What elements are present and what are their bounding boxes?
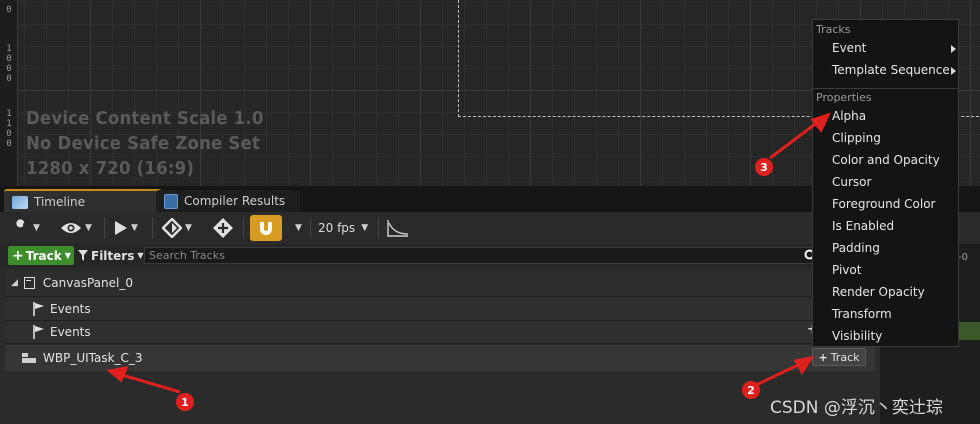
tab-label: Timeline [34, 195, 86, 209]
magnet-icon [260, 222, 272, 235]
panel-icon [23, 277, 35, 289]
chevron-down-icon: ▼ [137, 251, 144, 260]
play-icon [115, 221, 127, 235]
tab-label: Compiler Results [184, 194, 286, 208]
device-content-scale-text: Device Content Scale 1.0 [26, 108, 264, 129]
time-ruler-label: -0 [958, 252, 968, 263]
ruler-digit: 1 [6, 119, 12, 129]
row-divider [5, 343, 875, 344]
chevron-down-icon: ▼ [33, 223, 40, 233]
chevron-down-icon: ▼ [361, 223, 369, 233]
add-track-button[interactable]: + Track ▼ [8, 246, 74, 265]
search-placeholder: Search Tracks [149, 249, 225, 262]
search-tracks-input[interactable]: Search Tracks [144, 247, 824, 264]
expand-arrow-icon[interactable]: ◢ [11, 278, 18, 288]
track-label: Events [50, 302, 91, 316]
track-button-label: Track [830, 350, 860, 364]
track-label: WBP_UITask_C_3 [43, 351, 143, 365]
chevron-down-icon: ▼ [185, 223, 192, 233]
menu-item-foreground-color[interactable]: Foreground Color [832, 197, 935, 211]
ruler-digit: 0 [6, 129, 12, 139]
timeline-icon [12, 195, 28, 209]
curve-icon [387, 220, 409, 237]
compiler-results-icon [164, 193, 178, 209]
key-add-icon [213, 218, 233, 238]
chevron-down-icon: ▼ [64, 251, 71, 260]
wrench-icon [15, 219, 26, 234]
ruler-digit: 1 [6, 109, 12, 119]
add-property-track-button[interactable]: + Track [812, 348, 866, 366]
plus-icon: + [818, 350, 828, 364]
track-row-canvas-panel[interactable]: ◢ CanvasPanel_0 [5, 271, 875, 295]
menu-item-template-sequence[interactable]: Template Sequence [832, 63, 950, 77]
track-row-events[interactable]: Events [5, 298, 875, 320]
ruler-digit: 0 [6, 139, 12, 149]
row-divider [5, 296, 875, 297]
flag-icon [33, 302, 45, 316]
toolbar-divider [152, 218, 153, 238]
menu-item-render-opacity[interactable]: Render Opacity [832, 285, 925, 299]
chevron-right-icon [951, 67, 956, 75]
framerate-dropdown[interactable]: 20 fps ▼ [318, 216, 368, 240]
annotation-badge-2: 2 [742, 381, 760, 399]
add-track-label: Track [25, 248, 62, 263]
snap-toggle-button[interactable] [250, 215, 282, 241]
curve-editor-button[interactable] [386, 216, 410, 240]
menu-item-cursor[interactable]: Cursor [832, 175, 871, 189]
toolbar-divider [310, 218, 311, 238]
menu-item-event[interactable]: Event [832, 41, 866, 55]
add-key-button[interactable] [212, 216, 234, 240]
resolution-text: 1280 x 720 (16:9) [26, 158, 195, 179]
vertical-ruler: 0 1 0 0 0 1 1 0 0 [0, 0, 18, 186]
widget-icon [21, 352, 37, 364]
device-safe-zone-text: No Device Safe Zone Set [26, 133, 261, 154]
track-label: CanvasPanel_0 [42, 276, 133, 290]
watermark-text: CSDN @浮沉丶奕辻琮 [770, 398, 943, 418]
menu-item-clipping[interactable]: Clipping [832, 131, 881, 145]
menu-item-color-and-opacity[interactable]: Color and Opacity [832, 153, 940, 167]
menu-item-visibility[interactable]: Visibility [832, 329, 882, 343]
menu-item-padding[interactable]: Padding [832, 241, 880, 255]
menu-section-properties: Properties [816, 91, 872, 104]
snap-options-dropdown[interactable]: ▼ [292, 216, 302, 240]
toolbar-divider [104, 218, 105, 238]
chevron-down-icon: ▼ [85, 223, 92, 233]
menu-item-is-enabled[interactable]: Is Enabled [832, 219, 894, 233]
funnel-icon [78, 250, 88, 261]
menu-divider [813, 88, 958, 89]
filters-label: Filters [91, 248, 135, 263]
ruler-digit: 0 [6, 54, 12, 64]
ruler-digit: 0 [6, 74, 12, 84]
filters-dropdown[interactable]: Filters ▼ [78, 246, 144, 265]
plus-icon: + [12, 247, 24, 264]
keyframe-icon [162, 218, 182, 238]
annotation-badge-3: 3 [755, 158, 773, 176]
playback-dropdown[interactable]: ▼ [114, 216, 138, 240]
menu-section-tracks: Tracks [816, 23, 851, 36]
menu-item-transform[interactable]: Transform [832, 307, 892, 321]
settings-dropdown[interactable]: ▼ [12, 216, 40, 240]
track-row-events[interactable]: Events [5, 321, 875, 343]
ruler-digit: 0 [6, 64, 12, 74]
key-options-dropdown[interactable]: ▼ [162, 216, 192, 240]
annotation-badge-1: 1 [176, 393, 194, 411]
track-row-widget[interactable]: WBP_UITask_C_3 [5, 345, 875, 371]
track-label: Events [50, 325, 91, 339]
toolbar-divider [378, 218, 379, 238]
chevron-down-icon: ▼ [295, 223, 302, 233]
flag-icon [33, 325, 45, 339]
ruler-digit: 1 [6, 44, 12, 54]
chevron-right-icon [951, 45, 956, 53]
tab-timeline[interactable]: Timeline [4, 189, 162, 213]
view-options-dropdown[interactable]: ▼ [60, 216, 92, 240]
toolbar-divider [243, 218, 244, 238]
eye-icon [61, 223, 81, 233]
framerate-label: 20 fps [318, 221, 356, 235]
tab-compiler-results[interactable]: Compiler Results [156, 190, 300, 212]
chevron-down-icon: ▼ [131, 223, 138, 233]
menu-item-pivot[interactable]: Pivot [832, 263, 861, 277]
menu-item-alpha[interactable]: Alpha [832, 109, 866, 123]
ruler-digit: 0 [6, 5, 12, 15]
